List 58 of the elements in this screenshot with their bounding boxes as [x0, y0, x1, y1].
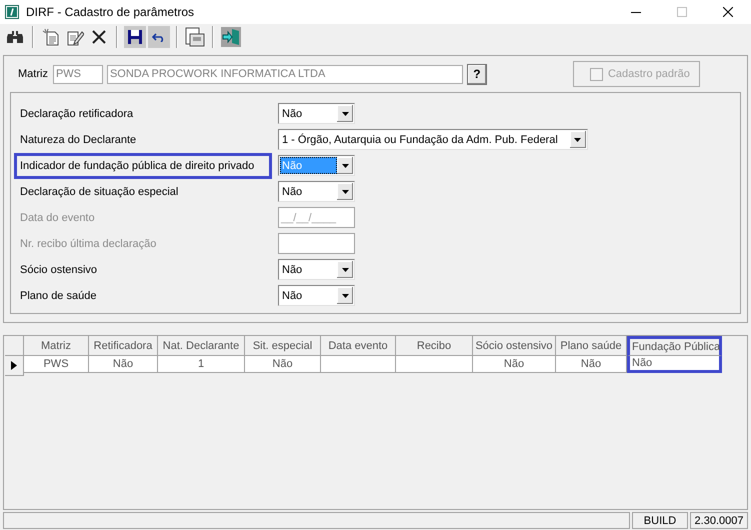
- caret-icon: [342, 190, 348, 194]
- row-header[interactable]: [5, 356, 24, 376]
- field-label: Natureza do Declarante: [19, 132, 138, 148]
- column-header[interactable]: Recibo: [396, 336, 473, 356]
- print-preview-icon: [185, 27, 205, 47]
- table-cell: Não: [473, 356, 556, 373]
- table-cell: Não: [245, 356, 321, 373]
- field-label: Data do evento: [19, 210, 96, 226]
- table-cell: Não: [556, 356, 627, 373]
- lookup-button[interactable]: ?: [466, 64, 487, 84]
- code-field[interactable]: PWS: [52, 64, 103, 84]
- column-header[interactable]: Sócio ostensivo: [473, 336, 556, 356]
- maximize-icon: [677, 7, 687, 17]
- table-cell: 1: [158, 356, 245, 373]
- exit-door-icon: [221, 27, 241, 47]
- save-icon: [127, 29, 143, 45]
- input-field[interactable]: [278, 233, 355, 254]
- caret-icon: [342, 164, 348, 168]
- window-title: DIRF - Cadastro de parâmetros: [26, 5, 196, 19]
- new-document-icon: [42, 28, 60, 46]
- column-header[interactable]: Nat. Declarante: [158, 336, 245, 356]
- toolbar-button[interactable]: [220, 26, 242, 48]
- field-label: Indicador de fundação pública de direito privado: [14, 152, 272, 178]
- caret-icon: [342, 112, 348, 116]
- dropdown[interactable]: 1 - Órgão, Autarquia ou Fundação da Adm. Pub. Federal: [278, 129, 588, 150]
- caret-icon: [342, 294, 348, 298]
- caret-icon: [342, 268, 348, 272]
- column-header[interactable]: Plano saúde: [556, 336, 627, 356]
- checkbox-label: Cadastro padrão: [608, 68, 690, 80]
- dropdown[interactable]: Não: [278, 259, 355, 280]
- close-icon: [723, 7, 733, 17]
- delete-icon: [92, 30, 106, 44]
- name-field[interactable]: SONDA PROCWORK INFORMATICA LTDA: [106, 64, 463, 84]
- field-label: Nr. recibo última declaração: [19, 236, 158, 252]
- column-header[interactable]: Sit. especial: [245, 336, 321, 356]
- binoculars-icon: [6, 30, 24, 44]
- current-row-icon: [11, 361, 17, 370]
- dropdown[interactable]: Não: [278, 181, 355, 202]
- table-cell: Não: [627, 356, 722, 373]
- app-icon: [5, 5, 19, 19]
- matriz-label: Matriz: [18, 68, 48, 80]
- field-label: Declaração de situação especial: [19, 184, 180, 200]
- dropdown[interactable]: Não: [278, 103, 355, 124]
- field-label: Sócio ostensivo: [19, 262, 98, 278]
- caret-icon: [574, 138, 582, 142]
- dropdown[interactable]: Não: [278, 285, 355, 306]
- field-label: Declaração retificadora: [19, 106, 134, 122]
- toolbar-button[interactable]: [184, 26, 206, 48]
- column-header[interactable]: Retificadora: [89, 336, 158, 356]
- undo-icon: [152, 32, 166, 42]
- column-header[interactable]: Data evento: [321, 336, 396, 356]
- status-text: BUILD: [632, 512, 688, 529]
- field-label: Plano de saúde: [19, 288, 98, 304]
- version-text: 2.30.0007: [690, 512, 748, 529]
- column-header[interactable]: Matriz: [24, 336, 89, 356]
- table-cell: PWS: [24, 356, 89, 373]
- toolbar-button[interactable]: [124, 26, 146, 48]
- table-cell: Não: [89, 356, 158, 373]
